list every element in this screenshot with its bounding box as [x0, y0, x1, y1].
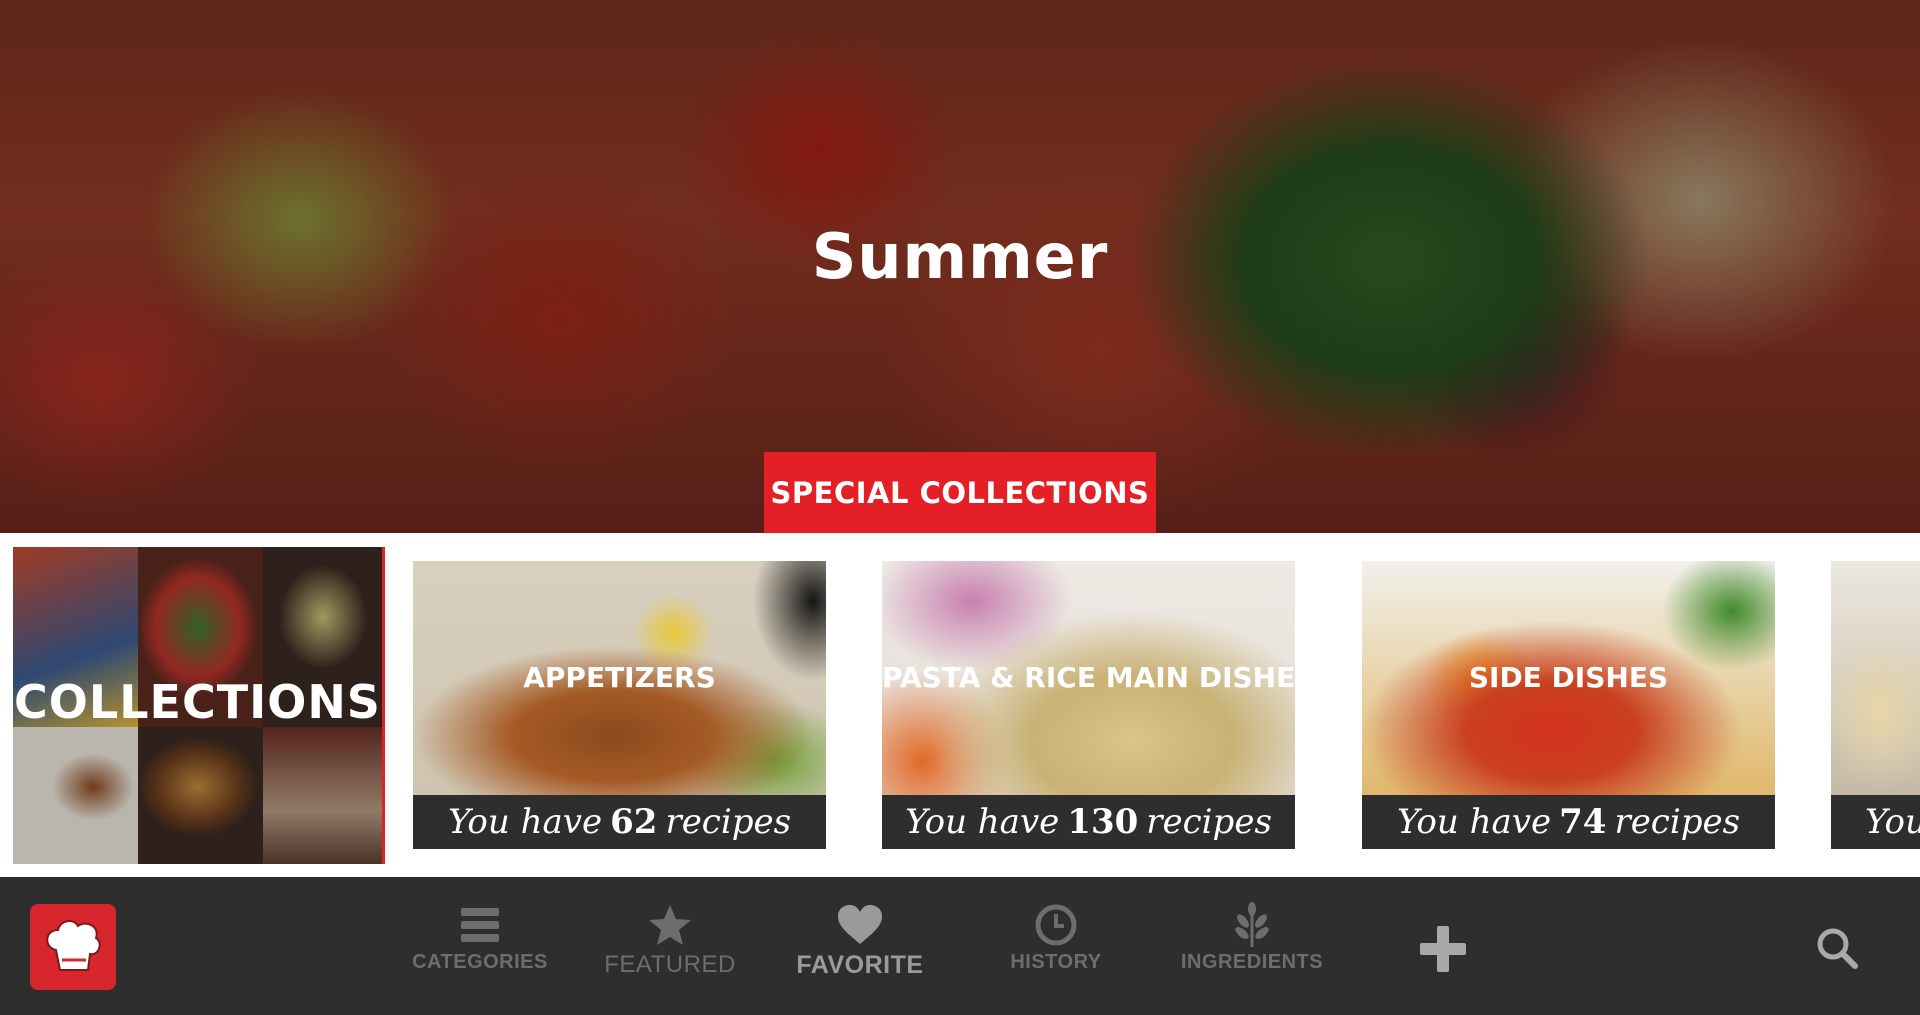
nav-ingredients[interactable]: INGREDIENTS — [1172, 899, 1332, 999]
chef-hat-icon[interactable] — [30, 904, 116, 990]
plus-icon[interactable] — [1418, 924, 1468, 974]
hero-title: Summer — [811, 220, 1109, 293]
count-suffix: recipes — [1146, 802, 1272, 842]
recipe-count: 130 — [1067, 802, 1139, 842]
collections-label: COLLECTIONS — [14, 675, 381, 729]
nav-favorite-label: FAVORITE — [796, 951, 924, 979]
hero-banner[interactable]: Summer SPECIAL COLLECTIONS — [0, 0, 1920, 533]
count-suffix: recipes — [665, 802, 792, 842]
category-image — [1831, 561, 1920, 795]
nav-favorite[interactable]: FAVORITE — [780, 899, 940, 999]
nav-featured[interactable]: FEATURED — [590, 899, 750, 999]
nav-featured-label: FEATURED — [604, 951, 736, 978]
category-card-pasta-rice[interactable]: PASTA & RICE MAIN DISHES You have 130 re… — [882, 561, 1295, 849]
category-card-partial[interactable]: You — [1831, 561, 1920, 849]
category-name: APPETIZERS — [523, 661, 716, 694]
category-card-appetizers[interactable]: APPETIZERS You have 62 recipes — [413, 561, 826, 849]
collections-card[interactable]: COLLECTIONS — [13, 547, 385, 864]
list-icon — [459, 899, 501, 951]
count-prefix: You — [1865, 802, 1920, 842]
recipe-count-bar: You have 130 recipes — [882, 795, 1295, 849]
special-collections-button[interactable]: SPECIAL COLLECTIONS — [764, 452, 1156, 533]
recipe-count: 74 — [1559, 802, 1607, 842]
star-icon — [647, 899, 693, 951]
count-prefix: You have — [905, 802, 1060, 842]
nav-history-label: HISTORY — [1010, 951, 1102, 973]
clock-icon — [1034, 899, 1078, 951]
nav-categories[interactable]: CATEGORIES — [400, 899, 560, 999]
bottom-nav-bar: CATEGORIES FEATURED FAVORITE HISTORY ING… — [0, 877, 1920, 1015]
nav-ingredients-label: INGREDIENTS — [1180, 951, 1324, 973]
recipe-count-bar: You have 62 recipes — [413, 795, 826, 849]
category-card-side-dishes[interactable]: SIDE DISHES You have 74 recipes — [1362, 561, 1775, 849]
search-icon[interactable] — [1815, 926, 1859, 970]
category-name: SIDE DISHES — [1468, 661, 1669, 694]
recipe-count: 62 — [610, 802, 658, 842]
count-prefix: You have — [1396, 802, 1552, 842]
count-prefix: You have — [447, 802, 603, 842]
heart-icon — [836, 899, 884, 951]
recipe-count-bar: You have 74 recipes — [1362, 795, 1775, 849]
recipe-count-bar: You — [1831, 795, 1920, 849]
nav-categories-label: CATEGORIES — [412, 951, 548, 973]
category-name: PASTA & RICE MAIN DISHES — [882, 661, 1295, 694]
count-suffix: recipes — [1614, 802, 1741, 842]
nav-history[interactable]: HISTORY — [976, 899, 1136, 999]
herb-icon — [1230, 899, 1274, 951]
